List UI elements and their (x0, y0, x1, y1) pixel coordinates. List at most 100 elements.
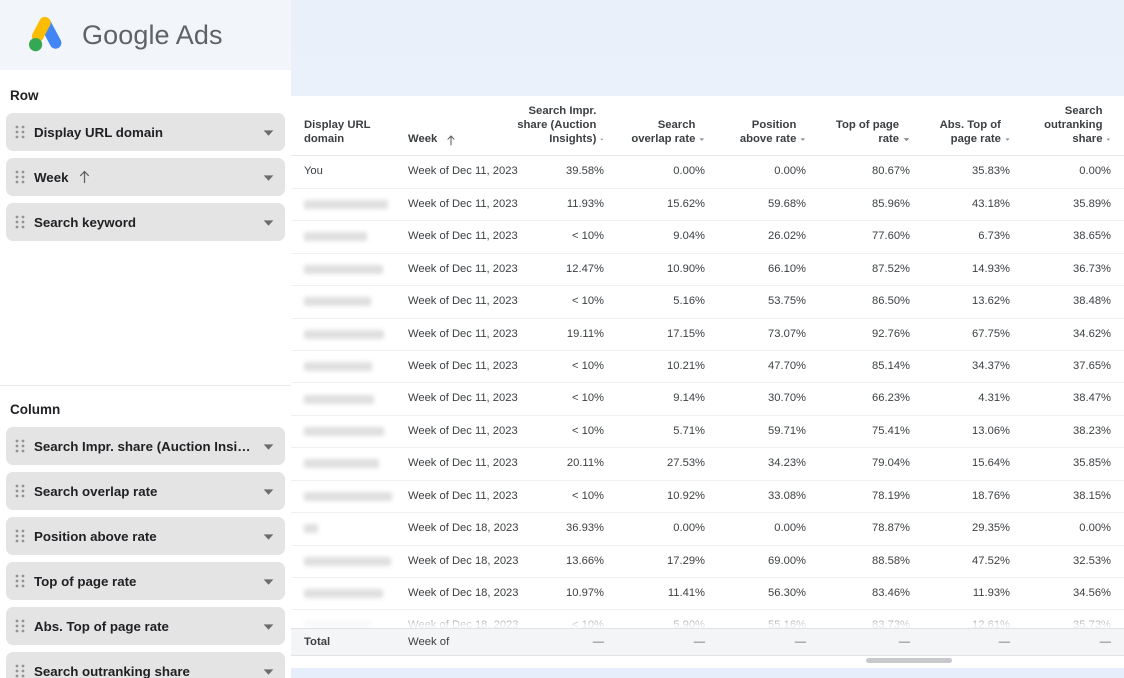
total-row-cells: Total Week of — — — — — — (291, 629, 1124, 655)
drag-handle-icon[interactable] (15, 574, 25, 588)
chevron-down-icon[interactable] (262, 575, 275, 588)
cell-position-above-rate: 34.23% (718, 447, 819, 481)
table-row[interactable]: Week of Dec 11, 2023 20.11% 27.53% 34.23% 79… (291, 447, 1124, 481)
chevron-down-icon[interactable] (600, 135, 604, 144)
table-row[interactable]: Week of Dec 11, 2023 19.11% 17.15% 73.07% 92… (291, 318, 1124, 351)
table-row[interactable]: Week of Dec 11, 2023 < 10% 9.04% 26.02% 77.6… (291, 220, 1124, 254)
cell-display-url-domain (291, 415, 395, 449)
app-header: Google Ads (0, 0, 291, 70)
cell-search-impr-share: < 10% (502, 285, 617, 319)
total-label: Total (304, 636, 331, 648)
table-row[interactable]: Week of Dec 18, 2023 13.66% 17.29% 69.00% 88… (291, 545, 1124, 579)
cell-display-url-domain (291, 188, 395, 222)
total-abs-top-of-page: — (998, 636, 1010, 648)
table-row[interactable]: Week of Dec 11, 2023 < 10% 10.92% 33.08% 78.… (291, 480, 1124, 514)
col-header-label: Search Impr. share (Auction Insights) (517, 105, 597, 146)
col-header-sort-wrap: Search outranking share (1036, 104, 1111, 146)
pivot-table: Display URL domain Week Search Impr. sha… (291, 96, 1124, 656)
table-row[interactable]: Week of Dec 11, 2023 < 10% 10.21% 47.70% 85.… (291, 350, 1124, 384)
total-position-above: — (794, 636, 806, 648)
col-header-search-overlap-rate[interactable]: Search overlap rate (617, 96, 718, 157)
chevron-down-icon[interactable] (262, 620, 275, 633)
cell-abs-top-of-page-rate: 67.75% (923, 318, 1023, 351)
arrow-up-icon[interactable] (446, 135, 456, 146)
col-header-label: Search overlap rate (631, 119, 696, 146)
drag-handle-icon[interactable] (15, 664, 25, 678)
cell-top-of-page-rate: 66.23% (819, 382, 923, 416)
horizontal-scrollbar-thumb[interactable] (866, 658, 952, 663)
col-header-sort-wrap: Search Impr. share (Auction Insights) (515, 104, 604, 146)
cell-search-outranking-share: 0.00% (1023, 155, 1124, 189)
table-row[interactable]: Week of Dec 11, 2023 < 10% 9.14% 30.70% 66.2… (291, 382, 1124, 416)
page-bottom-background (291, 668, 1124, 678)
cell-search-outranking-share: 35.89% (1023, 188, 1124, 222)
arrow-up-icon[interactable] (78, 170, 91, 184)
pivot-table-scroll-area[interactable]: Display URL domain Week Search Impr. sha… (291, 96, 1124, 656)
redacted-domain (304, 297, 371, 307)
col-header-abs-top-of-page-rate[interactable]: Abs. Top of page rate (923, 96, 1023, 157)
app-title: Google Ads (82, 20, 223, 51)
col-header-sort-wrap: Position above rate (731, 118, 806, 146)
cell-position-above-rate: 33.08% (718, 480, 819, 514)
col-header-search-outranking-share[interactable]: Search outranking share (1023, 96, 1124, 157)
redacted-domain (304, 199, 388, 209)
drag-handle-icon[interactable] (15, 619, 25, 633)
row-chip-search-keyword[interactable]: Search keyword (6, 203, 285, 241)
col-header-display-url-domain[interactable]: Display URL domain (291, 96, 395, 157)
column-chip-search-outranking-share[interactable]: Search outranking share (6, 652, 285, 678)
chevron-down-icon[interactable] (800, 135, 806, 144)
chevron-down-icon[interactable] (262, 126, 275, 139)
col-header-search-impr-share[interactable]: Search Impr. share (Auction Insights) (502, 96, 617, 157)
cell-week: Week of Dec 11, 2023 (395, 382, 518, 416)
chevron-down-icon[interactable] (1106, 135, 1111, 144)
drag-handle-icon[interactable] (15, 439, 25, 453)
drag-handle-icon[interactable] (15, 170, 25, 184)
chevron-down-icon[interactable] (262, 440, 275, 453)
cell-search-outranking-share: 38.48% (1023, 285, 1124, 319)
table-row[interactable]: Week of Dec 11, 2023 12.47% 10.90% 66.10% 87… (291, 253, 1124, 287)
drag-handle-icon[interactable] (15, 529, 25, 543)
cell-abs-top-of-page-rate: 6.73% (923, 220, 1023, 254)
table-row[interactable]: Week of Dec 18, 2023 36.93% 0.00% 0.00% 78.8… (291, 512, 1124, 546)
column-chip-abs-top-of-page-rate[interactable]: Abs. Top of page rate (6, 607, 285, 645)
cell-search-impr-share: 13.66% (502, 545, 617, 579)
table-row[interactable]: You Week of Dec 11, 2023 39.58% 0.00% 0.00% 8… (291, 155, 1124, 189)
column-chip-search-overlap-rate[interactable]: Search overlap rate (6, 472, 285, 510)
chevron-down-icon[interactable] (262, 485, 275, 498)
row-chip-display-url-domain[interactable]: Display URL domain (6, 113, 285, 151)
chevron-down-icon[interactable] (262, 530, 275, 543)
column-chip-label: Search Impr. share (Auction Insights) (34, 438, 256, 454)
col-header-label: Week (408, 133, 438, 146)
cell-display-url-domain (291, 318, 395, 351)
cell-search-impr-share: 36.93% (502, 512, 617, 546)
drag-handle-icon[interactable] (15, 125, 25, 139)
chevron-down-icon[interactable] (1005, 135, 1010, 144)
table-row[interactable]: Week of Dec 11, 2023 < 10% 5.16% 53.75% 86.5… (291, 285, 1124, 319)
column-chip-top-of-page-rate[interactable]: Top of page rate (6, 562, 285, 600)
col-header-position-above-rate[interactable]: Position above rate (718, 96, 819, 157)
chevron-down-icon[interactable] (262, 216, 275, 229)
product-name: Ads (175, 19, 223, 50)
col-header-top-of-page-rate[interactable]: Top of page rate (819, 96, 923, 157)
redacted-domain (304, 556, 391, 566)
table-row[interactable]: Week of Dec 18, 2023 10.97% 11.41% 56.30% 83… (291, 577, 1124, 611)
row-section-title: Row (10, 88, 39, 103)
column-chip-position-above-rate[interactable]: Position above rate (6, 517, 285, 555)
row-chip-week[interactable]: Week (6, 158, 285, 196)
chevron-down-icon[interactable] (262, 171, 275, 184)
col-header-week[interactable]: Week (395, 96, 502, 157)
chevron-down-icon[interactable] (699, 135, 705, 144)
cell-search-impr-share: < 10% (502, 220, 617, 254)
column-chip-search-impr-share[interactable]: Search Impr. share (Auction Insights) (6, 427, 285, 465)
table-header-row: Display URL domain Week Search Impr. sha… (291, 96, 1124, 157)
horizontal-scrollbar[interactable] (291, 656, 1124, 668)
drag-handle-icon[interactable] (15, 215, 25, 229)
table-row[interactable]: Week of Dec 11, 2023 11.93% 15.62% 59.68% 85… (291, 188, 1124, 222)
drag-handle-icon[interactable] (15, 484, 25, 498)
chevron-down-icon[interactable] (262, 665, 275, 678)
chevron-down-icon[interactable] (903, 135, 910, 144)
table-row[interactable]: Week of Dec 11, 2023 < 10% 5.71% 59.71% 75.4… (291, 415, 1124, 449)
cell-search-impr-share: 19.11% (502, 318, 617, 351)
cell-position-above-rate: 56.30% (718, 577, 819, 611)
cell-week: Week of Dec 11, 2023 (395, 350, 518, 384)
